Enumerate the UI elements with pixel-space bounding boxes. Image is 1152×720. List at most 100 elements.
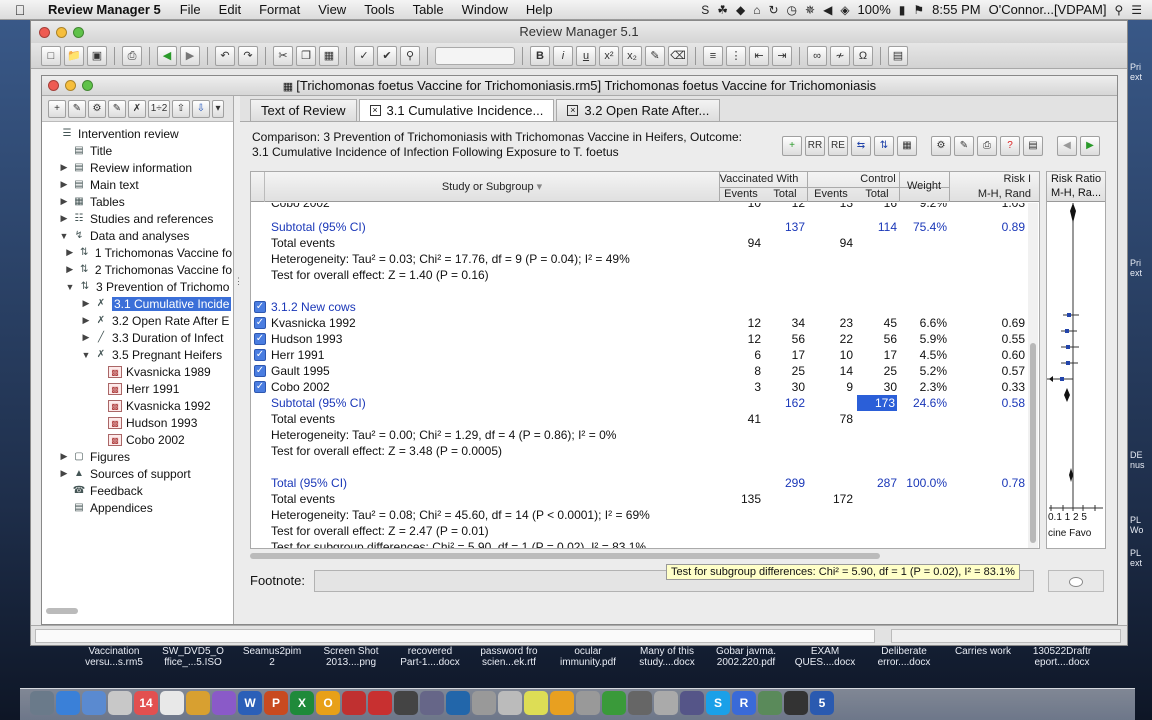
desktop-file-label[interactable]: PL xyxy=(1130,548,1152,558)
expand-arrow-icon[interactable]: ▶ xyxy=(58,162,70,173)
dock-app-icon[interactable] xyxy=(30,691,54,715)
copy-icon[interactable]: ❐ xyxy=(296,45,316,66)
cell-w[interactable]: 75.4% xyxy=(901,219,947,235)
cell-t2[interactable]: 16 xyxy=(857,203,897,211)
tree-node[interactable]: ▼ ↯ Data and analyses xyxy=(42,227,232,244)
cell-w[interactable]: 5.2% xyxy=(901,363,947,379)
previous-outcome-icon[interactable]: ◀ xyxy=(1057,136,1077,156)
clock[interactable]: 8:55 PM xyxy=(932,2,980,17)
menu-file[interactable]: File xyxy=(171,2,210,17)
table-insert-icon[interactable]: ▤ xyxy=(888,45,908,66)
indent-icon[interactable]: ⇥ xyxy=(772,45,792,66)
wifi-icon[interactable]: ◈ xyxy=(840,3,849,17)
cell-t1[interactable]: 17 xyxy=(765,347,805,363)
redo-icon[interactable]: ↷ xyxy=(238,45,258,66)
cell-t2[interactable]: 30 xyxy=(857,379,897,395)
subscript-icon[interactable]: x₂ xyxy=(622,45,642,66)
cell-rr[interactable]: 0.33 xyxy=(951,379,1025,395)
cell-e1[interactable]: 12 xyxy=(721,315,761,331)
include-checkbox[interactable]: ✓ xyxy=(254,301,266,313)
spellcheck-all-icon[interactable]: ✔ xyxy=(377,45,397,66)
cell-t1[interactable]: 56 xyxy=(765,331,805,347)
dock-app-icon[interactable] xyxy=(550,691,574,715)
dock-app-icon[interactable] xyxy=(498,691,522,715)
zoom-window-button[interactable] xyxy=(73,27,84,38)
add-item-icon[interactable]: + xyxy=(48,99,66,118)
cell-rr[interactable]: 0.60 xyxy=(951,347,1025,363)
desktop-file-label[interactable]: nus xyxy=(1130,460,1152,470)
notes-icon[interactable]: ✎ xyxy=(954,136,974,156)
dock-app-icon[interactable] xyxy=(368,691,392,715)
include-checkbox[interactable]: ✓ xyxy=(254,333,266,345)
cell-e2[interactable]: 10 xyxy=(813,347,853,363)
time-machine-icon[interactable]: ◷ xyxy=(787,3,797,17)
include-checkbox[interactable]: ✓ xyxy=(254,381,266,393)
cell-e1[interactable]: 135 xyxy=(721,491,761,507)
unlink-icon[interactable]: ≁ xyxy=(830,45,850,66)
sync-icon[interactable]: ↻ xyxy=(768,3,778,17)
desktop-file-label[interactable]: Pri xyxy=(1130,258,1152,268)
table-row[interactable]: Subtotal (95% CI) 162 173 24.6% 0.58 xyxy=(251,395,1031,411)
expand-arrow-icon[interactable]: ▶ xyxy=(80,332,92,343)
dock-app-icon[interactable]: 5 xyxy=(810,691,834,715)
skype-icon[interactable]: S xyxy=(701,3,709,17)
table-row[interactable]: Heterogeneity: Tau² = 0.08; Chi² = 45.60… xyxy=(251,507,1031,523)
cell-t2[interactable]: 287 xyxy=(857,475,897,491)
risk-ratio-button[interactable]: RR xyxy=(805,136,825,156)
menu-edit[interactable]: Edit xyxy=(210,2,250,17)
swap-groups-icon[interactable]: ⇆ xyxy=(851,136,871,156)
sort-icon[interactable]: ⇅ xyxy=(874,136,894,156)
dock-app-icon[interactable] xyxy=(160,691,184,715)
cell-e2[interactable]: 94 xyxy=(813,235,853,251)
cell-e2[interactable]: 172 xyxy=(813,491,853,507)
table-row[interactable]: Total events 94 94 xyxy=(251,235,1031,251)
cell-rr[interactable]: 0.89 xyxy=(951,219,1025,235)
italic-icon[interactable]: i xyxy=(553,45,573,66)
bold-icon[interactable]: B xyxy=(530,45,550,66)
cell-t1[interactable]: 299 xyxy=(765,475,805,491)
tree-node[interactable]: ▶ ▤ Review information xyxy=(42,159,232,176)
table-row[interactable]: Test for subgroup differences: Chi² = 5.… xyxy=(251,539,1031,548)
highlight-icon[interactable]: ✎ xyxy=(645,45,665,66)
move-up-icon[interactable]: ⇧ xyxy=(172,99,190,118)
dock-app-icon[interactable]: R xyxy=(732,691,756,715)
desktop-file-label[interactable]: Wo xyxy=(1130,525,1152,535)
cell-e1[interactable]: 6 xyxy=(721,347,761,363)
add-study-data-icon[interactable]: + xyxy=(782,136,802,156)
table-row[interactable]: ✓ Herr 1991 6 17 10 17 4.5% 0.60 xyxy=(251,347,1031,363)
expand-arrow-icon[interactable]: ▶ xyxy=(80,315,92,326)
collapse-arrow-icon[interactable]: ▼ xyxy=(64,282,76,292)
move-counter-button[interactable]: 1÷2 xyxy=(148,99,170,118)
grid-horizontal-scrollbar[interactable] xyxy=(250,551,1040,561)
tree-node[interactable]: ▶ ⇅ 2 Trichomonas Vaccine fo xyxy=(42,261,232,278)
dock-app-icon[interactable] xyxy=(524,691,548,715)
tree-node[interactable]: ▶ ⇅ 1 Trichomonas Vaccine fo xyxy=(42,244,232,261)
dock-app-icon[interactable] xyxy=(472,691,496,715)
next-outcome-icon[interactable]: ▶ xyxy=(1080,136,1100,156)
table-row[interactable]: ✓ Gault 1995 8 25 14 25 5.2% 0.57 xyxy=(251,363,1031,379)
cell-t1[interactable]: 12 xyxy=(765,203,805,211)
table-row[interactable]: ✓ Hudson 1993 12 56 22 56 5.9% 0.55 xyxy=(251,331,1031,347)
tree-node[interactable]: ▩ Kvasnicka 1992 xyxy=(42,397,232,414)
tab-cumulative-incidence[interactable]: × 3.1 Cumulative Incidence... xyxy=(358,99,555,121)
desktop-file[interactable]: recovered Part-1....docx xyxy=(392,646,468,668)
cell-e2[interactable]: 22 xyxy=(813,331,853,347)
tree-node[interactable]: ▩ Herr 1991 xyxy=(42,380,232,397)
tree-node[interactable]: ▶ ▢ Figures xyxy=(42,448,232,465)
dock-app-icon[interactable] xyxy=(602,691,626,715)
spellcheck-icon[interactable]: ✓ xyxy=(354,45,374,66)
print-icon[interactable]: ⎙ xyxy=(977,136,997,156)
table-row[interactable]: Test for overall effect: Z = 2.47 (P = 0… xyxy=(251,523,1031,539)
evernote-icon[interactable]: ☘ xyxy=(717,3,728,17)
tree-node[interactable]: ▶ ╱ 3.3 Duration of Infect xyxy=(42,329,232,346)
random-effects-button[interactable]: RE xyxy=(828,136,848,156)
cell-t1[interactable]: 30 xyxy=(765,379,805,395)
dock-app-icon[interactable] xyxy=(212,691,236,715)
dock-app-icon[interactable]: O xyxy=(316,691,340,715)
dock-app-icon[interactable]: X xyxy=(290,691,314,715)
desktop-file[interactable]: ocular immunity.pdf xyxy=(550,646,626,668)
print-icon[interactable]: ⎙ xyxy=(122,45,142,66)
style-dropdown[interactable] xyxy=(435,46,515,65)
menu-format[interactable]: Format xyxy=(250,2,309,17)
cell-w[interactable]: 6.6% xyxy=(901,315,947,331)
